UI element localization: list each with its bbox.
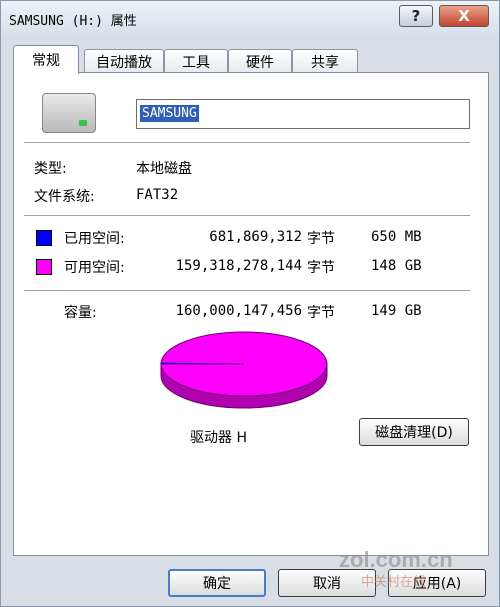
volume-name-selection: SAMSUNG [140,105,199,122]
free-space-bytes: 159,318,278,144 [175,258,302,274]
filesystem-value: FAT32 [136,187,179,203]
tab-general[interactable]: 常规 [13,45,79,74]
capacity-bytes: 160,000,147,456 [175,303,302,319]
watermark-subtext: 中关村在线 [361,575,427,590]
used-space-label: 已用空间: [64,231,125,247]
capacity-label: 容量: [64,305,97,321]
used-space-bytes: 681,869,312 [209,229,302,245]
general-panel: SAMSUNG 类型: 本地磁盘 文件系统: FAT32 已用空间: 681,8… [13,72,489,556]
close-icon: X [458,7,470,25]
type-label: 类型: [34,161,67,177]
watermark-text: zol.com.cn [339,547,453,572]
capacity-unit: 字节 [307,305,335,321]
type-value: 本地磁盘 [136,161,192,177]
divider [24,215,470,217]
free-space-size: 148 GB [371,258,422,274]
ok-button[interactable]: 确定 [168,569,266,597]
tab-strip: 常规 自动播放 工具 硬件 共享 [13,45,493,74]
drive-label: 驱动器 H [190,430,247,446]
disk-cleanup-button[interactable]: 磁盘清理(D) [359,418,469,446]
tab-tools[interactable]: 工具 [164,49,228,73]
close-button[interactable]: X [439,5,489,27]
free-space-unit: 字节 [307,260,335,276]
tab-sharing[interactable]: 共享 [292,49,358,73]
free-space-label: 可用空间: [64,260,125,276]
window-title: SAMSUNG (H:) 属性 [9,14,137,29]
title-bar: SAMSUNG (H:) 属性 ? X [1,1,499,35]
used-space-unit: 字节 [307,231,335,247]
divider [24,142,470,144]
used-space-swatch [36,230,52,246]
properties-window: SAMSUNG (H:) 属性 ? X 常规 自动播放 工具 硬件 共享 SAM… [0,0,500,607]
divider [24,290,470,292]
tab-autoplay[interactable]: 自动播放 [84,49,164,73]
capacity-size: 149 GB [371,303,422,319]
filesystem-label: 文件系统: [34,189,95,205]
free-space-swatch [36,259,52,275]
help-button[interactable]: ? [399,5,433,27]
tab-hardware[interactable]: 硬件 [228,49,292,73]
help-icon: ? [411,7,421,25]
drive-icon [42,93,96,133]
disk-usage-pie [160,331,328,409]
volume-name-input[interactable]: SAMSUNG [136,99,470,129]
used-space-size: 650 MB [371,229,422,245]
